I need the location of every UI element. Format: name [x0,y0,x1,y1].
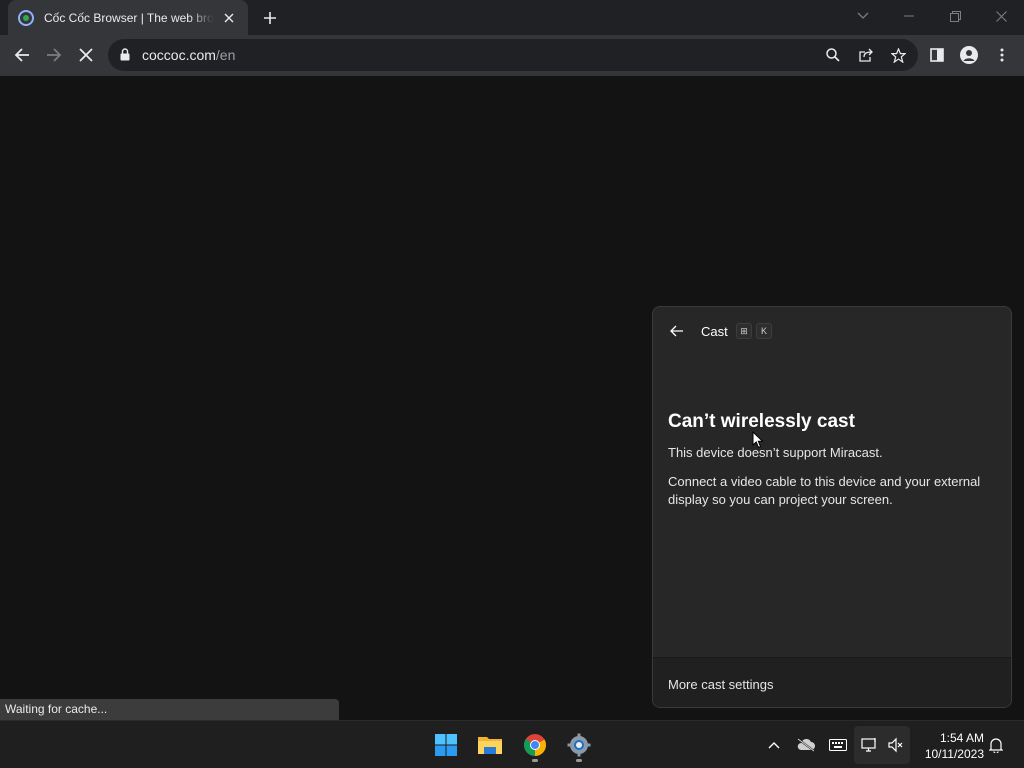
forward-arrow-icon[interactable] [40,41,68,69]
error-message: This device doesn’t support Miracast. [668,445,883,460]
coccoc-favicon-icon [18,9,34,26]
lock-icon[interactable] [120,48,130,66]
more-cast-settings-link[interactable]: More cast settings [668,677,774,692]
file-explorer-icon[interactable] [472,727,508,763]
quick-settings-button[interactable] [854,726,910,764]
browser-toolbar: coccoc.com/en [0,35,1024,76]
back-arrow-icon[interactable] [8,41,36,69]
cloud-off-icon[interactable] [794,733,818,757]
restore-icon[interactable] [932,0,978,32]
address-bar[interactable]: coccoc.com/en [108,39,918,71]
status-bubble: Waiting for cache... [0,699,339,720]
error-heading: Can’t wirelessly cast [668,411,855,432]
back-arrow-icon[interactable] [667,321,687,341]
chevron-up-icon[interactable] [762,733,786,757]
tab-strip: Cốc Cốc Browser | The web browser for Vi… [0,0,1024,35]
settings-gear-icon[interactable] [561,727,597,763]
tab-search-chevron-down-icon[interactable] [840,0,886,32]
k-key-badge: K [756,323,772,339]
side-panel-icon[interactable] [923,41,951,69]
new-tab-plus-icon[interactable] [258,6,282,30]
system-clock[interactable]: 1:54 AM 10/11/2023 [914,730,984,762]
clock-date: 10/11/2023 [924,747,984,761]
windows-start-icon[interactable] [428,727,464,763]
running-indicator [532,759,538,762]
cast-flyout: Cast ⊞ K Can’t wirelessly cast This devi… [652,306,1012,708]
tab-title: Cốc Cốc Browser | The web browser for Vi… [44,10,214,25]
browser-tab[interactable]: Cốc Cốc Browser | The web browser for Vi… [8,0,248,35]
url-domain: coccoc.com [142,47,216,63]
bell-icon[interactable] [984,733,1008,757]
cast-footer: More cast settings [653,657,1011,707]
error-detail: Connect a video cable to this device and… [668,474,981,507]
running-indicator [576,759,582,762]
taskbar: 1:54 AM 10/11/2023 [0,720,1024,768]
url-text: coccoc.com/en [142,47,235,63]
cast-title: Cast [701,324,728,339]
network-icon [858,733,882,757]
minimize-icon[interactable] [886,0,932,32]
chrome-icon[interactable] [517,727,553,763]
url-path: /en [215,47,236,63]
keyboard-icon[interactable] [826,733,850,757]
tab-close-icon[interactable] [220,9,238,27]
window-close-icon[interactable] [978,0,1024,32]
clock-time: 1:54 AM [939,731,984,745]
share-icon[interactable] [856,45,876,65]
kebab-menu-icon[interactable] [988,41,1016,69]
search-icon[interactable] [823,45,843,65]
profile-icon[interactable] [955,41,983,69]
bookmark-star-icon[interactable] [888,45,908,65]
mouse-cursor-icon [752,431,764,449]
stop-loading-icon[interactable] [72,41,100,69]
volume-muted-icon [884,733,908,757]
windows-key-badge: ⊞ [736,323,752,339]
